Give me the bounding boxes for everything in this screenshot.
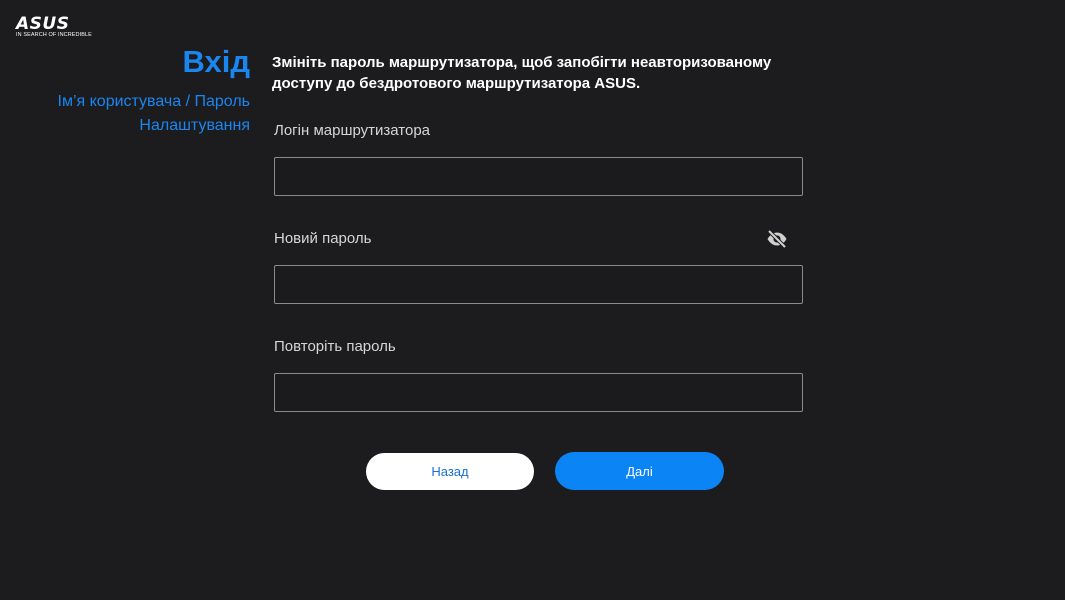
intro-text: Змініть пароль маршрутизатора, щоб запоб… [272, 54, 772, 92]
new-password-label-row: Новий пароль [274, 229, 804, 249]
password-form: Змініть пароль маршрутизатора, щоб запоб… [272, 52, 804, 412]
step-username-password: Ім’я користувача / Пароль [57, 93, 250, 110]
setup-steps-nav: Вхід Ім’я користувача / Пароль Налаштува… [58, 44, 250, 138]
next-button[interactable]: Далі [555, 452, 724, 490]
router-login-input[interactable] [274, 157, 803, 196]
login-label: Логін маршрутизатора [274, 122, 431, 139]
repeat-password-label: Повторіть пароль [274, 338, 396, 355]
login-label-row: Логін маршрутизатора [274, 122, 804, 140]
back-button[interactable]: Назад [366, 453, 534, 490]
eye-off-icon[interactable] [766, 229, 788, 249]
logo-wordmark: ASUS [16, 14, 70, 34]
page-title: Вхід [182, 44, 250, 79]
repeat-password-label-row: Повторіть пароль [274, 338, 804, 356]
repeat-password-input[interactable] [274, 373, 803, 412]
step-settings: Налаштування [139, 117, 250, 134]
new-password-input[interactable] [274, 265, 803, 304]
new-password-label: Новий пароль [274, 230, 372, 247]
logo-tagline: IN SEARCH OF INCREDIBLE [16, 32, 92, 38]
asus-logo: ASUS IN SEARCH OF INCREDIBLE [16, 14, 92, 41]
